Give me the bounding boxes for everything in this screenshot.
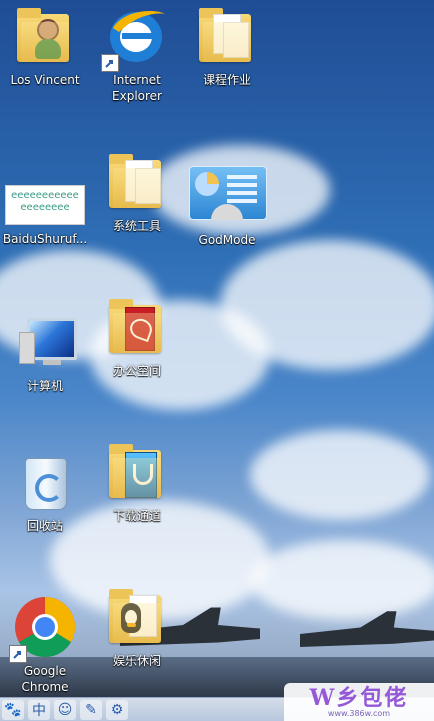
- desktop-icon-system-tools[interactable]: 系统工具: [94, 150, 180, 234]
- computer-base-icon: [19, 332, 35, 364]
- panel-lines: [227, 175, 257, 179]
- site-watermark: W乡包佬 www.386w.com: [284, 683, 434, 721]
- baidu-input-preview-icon: eeeeeeeeeee eeeeeeee: [5, 185, 85, 225]
- monitor-stand-icon: [43, 360, 61, 365]
- folder-tab: [17, 8, 41, 18]
- internet-explorer-icon: [101, 4, 169, 72]
- baidu-preview-text: eeeeeeeeeee eeeeeeee: [11, 190, 79, 213]
- desktop-icon-computer[interactable]: 计算机: [2, 310, 88, 394]
- godmode-control-panel-icon: [189, 166, 267, 220]
- desktop-icon-label: GodMode: [198, 233, 256, 247]
- desktop-icon-label: BaiduShuruf...: [2, 232, 88, 246]
- folder-icon: [105, 150, 169, 214]
- cloud: [250, 430, 430, 520]
- folder-front: [203, 22, 251, 62]
- computer-icon: [13, 310, 77, 374]
- desktop-icon-internet-explorer[interactable]: Internet Explorer: [94, 4, 180, 104]
- desktop-icon-label: Google Chrome: [21, 664, 69, 694]
- shortcut-arrow-icon: [9, 645, 27, 663]
- google-chrome-icon: [9, 595, 77, 663]
- desktop-icon-godmode[interactable]: GodMode: [184, 166, 270, 248]
- paw-icon[interactable]: 🐾: [2, 699, 24, 720]
- desktop-icon-label: 课程作业: [202, 73, 251, 87]
- desktop-icon-office-space[interactable]: 办公空间: [94, 295, 180, 379]
- desktop-icon-label: Los Vincent: [10, 73, 80, 87]
- desktop-icon-baidu-shurufa[interactable]: eeeeeeeeeee eeeeeeee BaiduShuruf...: [2, 175, 88, 247]
- recycle-bin-icon: [13, 450, 77, 514]
- desktop-icon-entertainment[interactable]: 娱乐休闲: [94, 585, 180, 669]
- recycle-symbol-icon: [35, 474, 63, 502]
- desktop-icon-label: 下载通道: [112, 509, 161, 523]
- gear-icon[interactable]: ⚙: [106, 699, 128, 720]
- desktop-icon-label: 系统工具: [112, 219, 161, 233]
- folder-front: [113, 458, 161, 498]
- smile-icon[interactable]: ☺: [54, 699, 76, 720]
- desktop-icon-label: 娱乐休闲: [112, 654, 161, 668]
- desktop-icon-recycle-bin[interactable]: 回收站: [2, 450, 88, 534]
- watermark-subtext: www.386w.com: [327, 708, 391, 718]
- cloud: [250, 540, 434, 620]
- folder-front: [21, 22, 69, 62]
- folder-front: [113, 603, 161, 643]
- folder-qq-icon: [105, 585, 169, 649]
- folder-download-icon: [105, 440, 169, 504]
- folder-user-icon: [13, 4, 77, 68]
- pie-chart-icon: [195, 172, 219, 196]
- chinese-input-mode-button[interactable]: 中: [28, 699, 50, 720]
- watermark-text: W乡包佬: [309, 684, 409, 711]
- desktop-icon-label: 回收站: [26, 519, 63, 533]
- pen-icon[interactable]: ✎: [80, 699, 102, 720]
- folder-front: [113, 168, 161, 208]
- desktop: Los Vincent Internet Explorer 课程作业 eeeee…: [0, 0, 434, 721]
- shortcut-arrow-icon: [101, 54, 119, 72]
- desktop-icon-user-folder[interactable]: Los Vincent: [2, 4, 88, 88]
- desktop-icon-course-folder[interactable]: 课程作业: [184, 4, 270, 88]
- desktop-icon-download-channel[interactable]: 下载通道: [94, 440, 180, 524]
- folder-icon: [195, 4, 259, 68]
- folder-pdf-icon: [105, 295, 169, 359]
- folder-front: [113, 313, 161, 353]
- desktop-icon-label: 办公空间: [112, 364, 161, 378]
- desktop-icon-label: Internet Explorer: [112, 73, 162, 103]
- desktop-icon-label: 计算机: [26, 379, 63, 393]
- desktop-icon-google-chrome[interactable]: Google Chrome: [2, 595, 88, 695]
